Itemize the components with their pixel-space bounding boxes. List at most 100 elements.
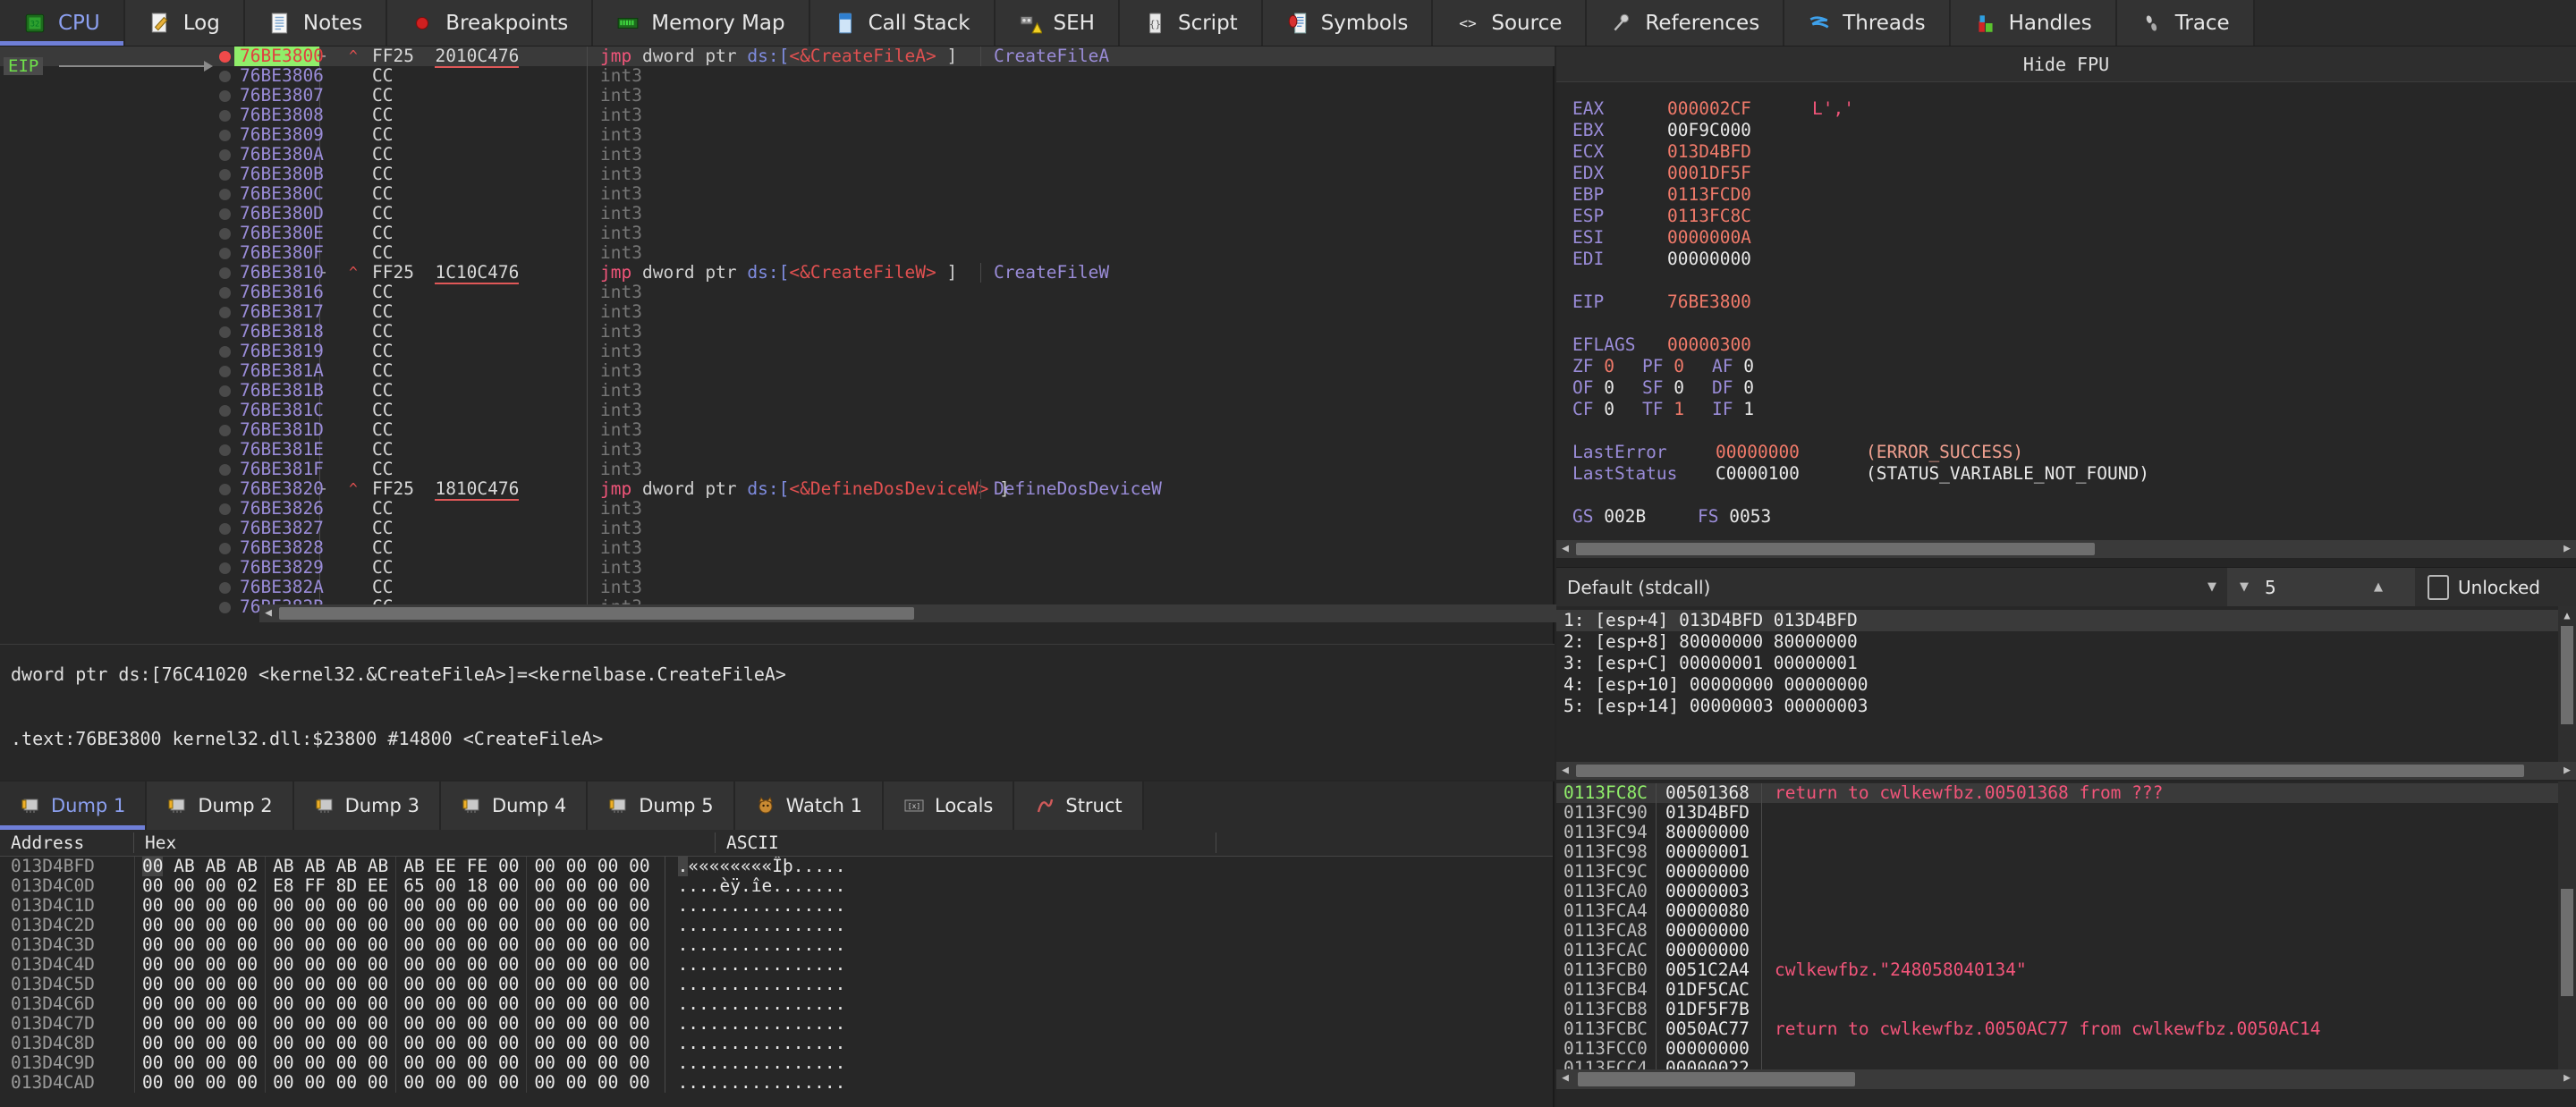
argument-horizontal-scrollbar[interactable]: ◀ ▶ xyxy=(1556,762,2576,780)
register-row-eax[interactable]: EAX 000002CF L',' xyxy=(1572,98,2576,120)
argument-row[interactable]: 1: [esp+4] 013D4BFD 013D4BFD xyxy=(1556,610,2576,631)
dump-hex-group[interactable]: 00 00 00 00 xyxy=(395,1053,526,1073)
dump-row[interactable]: 013D4BFD 00 AB AB AB AB AB AB AB AB EE FE 0… xyxy=(0,857,1553,876)
dump-hex-group[interactable]: 00 00 00 00 xyxy=(526,1014,657,1034)
stack-row[interactable]: 0113FCBC 0050AC77 return to cwlkewfbz.0050… xyxy=(1556,1019,2576,1039)
flag-value[interactable]: 0 xyxy=(1604,377,1614,398)
disassembly-row[interactable]: 76BE381E CC int3 xyxy=(0,440,1555,460)
breakpoint-dot-icon[interactable] xyxy=(218,542,231,554)
chevron-down-icon[interactable]: ▼ xyxy=(2240,580,2249,594)
dump-hex-group[interactable]: 00 00 00 00 xyxy=(265,1034,395,1053)
tab-symbols[interactable]: Symbols xyxy=(1262,0,1434,46)
argument-count-stepper[interactable]: ▼ 5 ▲ xyxy=(2227,567,2415,607)
disassembly-row[interactable]: 76BE380C CC int3 xyxy=(0,184,1555,204)
instruction-address[interactable]: 76BE381E xyxy=(234,440,324,460)
register-value[interactable]: 0000000A xyxy=(1667,227,1812,249)
chevron-up-icon[interactable]: ▲ xyxy=(2374,580,2383,594)
stack-address[interactable]: 0113FCA8 xyxy=(1556,921,1657,941)
flag-value[interactable]: 1 xyxy=(1743,399,1754,419)
dump-hex-group[interactable]: 00 00 00 00 xyxy=(265,896,395,916)
stack-value[interactable]: 00000001 xyxy=(1657,842,1762,862)
stack-value[interactable]: 00000000 xyxy=(1657,1039,1762,1059)
dump-hex-group[interactable]: 00 00 00 00 xyxy=(134,1073,265,1093)
dump-row[interactable]: 013D4C0D 00 00 00 02 E8 FF 8D EE 65 00 18 0… xyxy=(0,876,1553,896)
dump-hex-group[interactable]: 00 00 00 00 xyxy=(526,896,657,916)
stack-address[interactable]: 0113FC9C xyxy=(1556,862,1657,882)
breakpoint-dot-icon[interactable] xyxy=(218,227,231,240)
stack-address[interactable]: 0113FCB8 xyxy=(1556,1000,1657,1019)
dump-hex-group[interactable]: 00 00 00 00 xyxy=(265,1053,395,1073)
breakpoint-dot-icon[interactable] xyxy=(218,109,231,122)
breakpoint-toggle[interactable] xyxy=(215,404,234,417)
stack-row[interactable]: 0113FCC4 00000022 xyxy=(1556,1059,2576,1069)
disassembly-row[interactable]: 76BE3829 CC int3 xyxy=(0,558,1555,578)
register-list[interactable]: EAX 000002CF L',' EBX 00F9C000 ECX 013D4BFD EDX… xyxy=(1556,82,2576,528)
breakpoint-dot-icon[interactable] xyxy=(218,286,231,299)
dump-hex-group[interactable]: 00 00 00 00 xyxy=(526,994,657,1014)
disassembly-row[interactable]: 76BE380B CC int3 xyxy=(0,165,1555,184)
dump-header-hex[interactable]: Hex xyxy=(134,832,716,853)
dump-tab-struct[interactable]: Struct xyxy=(1014,782,1144,830)
instruction-address[interactable]: 76BE381F xyxy=(234,460,324,479)
breakpoint-toggle[interactable] xyxy=(215,562,234,574)
register-row-edx[interactable]: EDX 0001DF5F xyxy=(1572,163,2576,184)
dump-hex-group[interactable]: 00 00 00 00 xyxy=(526,975,657,994)
stack-row[interactable]: 0113FC94 80000000 xyxy=(1556,823,2576,842)
dump-hex-group[interactable]: 00 00 00 00 xyxy=(265,916,395,935)
instruction-address[interactable]: 76BE3816 xyxy=(234,283,324,302)
flag-value[interactable]: 0 xyxy=(1604,399,1614,419)
dump-hex-group[interactable]: 00 00 00 00 xyxy=(134,975,265,994)
dump-address[interactable]: 013D4C9D xyxy=(0,1053,134,1073)
flag-cf[interactable]: CF 0 xyxy=(1572,399,1642,420)
breakpoint-dot-icon[interactable] xyxy=(218,89,231,102)
breakpoint-toggle[interactable] xyxy=(215,424,234,436)
dump-hex-group[interactable]: 00 00 00 00 xyxy=(134,896,265,916)
dump-row[interactable]: 013D4C3D 00 00 00 00 00 00 00 00 00 00 00 0… xyxy=(0,935,1553,955)
argument-row[interactable]: 3: [esp+C] 00000001 00000001 xyxy=(1556,653,2576,674)
tab-cpu[interactable]: 32 CPU xyxy=(0,0,125,46)
breakpoint-toggle[interactable] xyxy=(215,463,234,476)
dump-hex-group[interactable]: 00 00 00 00 xyxy=(265,955,395,975)
dump-hex-group[interactable]: 00 00 00 00 xyxy=(526,1034,657,1053)
breakpoint-toggle[interactable] xyxy=(215,444,234,456)
breakpoint-dot-icon[interactable] xyxy=(218,325,231,338)
flag-af[interactable]: AF 0 xyxy=(1712,356,1782,377)
dump-hex-group[interactable]: 00 00 00 00 xyxy=(134,935,265,955)
flag-value[interactable]: 0 xyxy=(1674,377,1684,398)
instruction-address[interactable]: 76BE380B xyxy=(234,165,324,184)
breakpoint-dot-icon[interactable] xyxy=(218,384,231,397)
breakpoint-dot-icon[interactable] xyxy=(218,188,231,200)
instruction-address[interactable]: 76BE3810 xyxy=(234,263,324,283)
register-value[interactable]: 00000300 xyxy=(1667,334,1812,356)
breakpoint-dot-icon[interactable] xyxy=(218,601,231,613)
dump-address[interactable]: 013D4C2D xyxy=(0,916,134,935)
dump-row[interactable]: 013D4C2D 00 00 00 00 00 00 00 00 00 00 00 0… xyxy=(0,916,1553,935)
breakpoint-toggle[interactable] xyxy=(215,109,234,122)
breakpoint-toggle[interactable] xyxy=(215,306,234,318)
dump-hex-group[interactable]: 00 00 00 00 xyxy=(526,935,657,955)
stack-address[interactable]: 0113FC8C xyxy=(1556,783,1657,803)
tab-threads[interactable]: Threads xyxy=(1784,0,1951,46)
breakpoint-dot-icon[interactable] xyxy=(218,168,231,181)
scroll-left-arrow-icon[interactable]: ◀ xyxy=(259,604,277,622)
breakpoint-toggle[interactable] xyxy=(215,266,234,279)
instruction-address[interactable]: 76BE3806 xyxy=(234,66,324,86)
instruction-address[interactable]: 76BE3829 xyxy=(234,558,324,578)
hide-fpu-button[interactable]: Hide FPU xyxy=(1556,46,2576,82)
disassembly-row[interactable]: 76BE3820- ^ FF25 1810C476 jmp dword ptr ds:… xyxy=(0,478,1555,501)
dump-ascii[interactable]: ................ xyxy=(664,994,845,1014)
stack-value[interactable]: 01DF5F7B xyxy=(1657,1000,1762,1019)
breakpoint-dot-icon[interactable] xyxy=(218,266,231,279)
breakpoint-toggle[interactable] xyxy=(215,129,234,141)
tab-notes[interactable]: Notes xyxy=(244,0,388,46)
stack-row[interactable]: 0113FCB0 0051C2A4 cwlkewfbz."248058040134" xyxy=(1556,960,2576,980)
disassembly-row-list[interactable]: EIP 76BE3800- ^ FF25 2010C476 jmp dword ptr … xyxy=(0,46,1555,622)
dump-hex-group[interactable]: 00 00 00 00 xyxy=(395,896,526,916)
stack-address[interactable]: 0113FCA0 xyxy=(1556,882,1657,901)
stack-row[interactable]: 0113FCA4 00000080 xyxy=(1556,901,2576,921)
stack-row[interactable]: 0113FC9C 00000000 xyxy=(1556,862,2576,882)
stack-value[interactable]: 00000000 xyxy=(1657,941,1762,960)
tab-log[interactable]: Log xyxy=(124,0,245,46)
dump-row[interactable]: 013D4C8D 00 00 00 00 00 00 00 00 00 00 00 0… xyxy=(0,1034,1553,1053)
segment-value[interactable]: 0053 xyxy=(1729,506,1771,527)
